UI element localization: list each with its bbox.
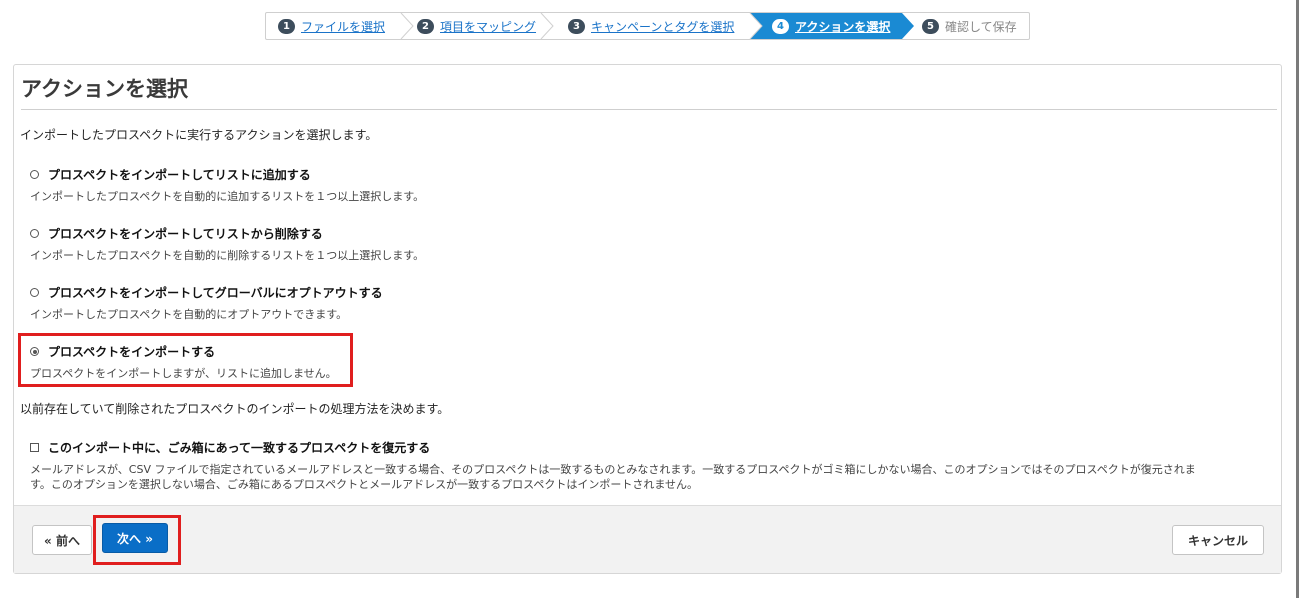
wizard-step-4-active: 4 アクションを選択 [772, 13, 890, 39]
wizard-step-5: 5 確認して保存 [922, 13, 1017, 39]
option-label: プロスペクトをインポートしてグローバルにオプトアウトする [48, 286, 383, 300]
step-label-select-action: アクションを選択 [795, 19, 891, 34]
option-description: プロスペクトをインポートしますが、リストに追加しません。 [30, 367, 337, 380]
option-label: プロスペクトをインポートしてリストに追加する [48, 168, 311, 182]
wizard-step-3[interactable]: 3 キャンペーンとタグを選択 [568, 13, 734, 39]
import-wizard-steps: 1 ファイルを選択 2 項目をマッピング 3 キャンペーンとタグを選択 4 アク… [265, 12, 1030, 40]
option-global-optout[interactable]: プロスペクトをインポートしてグローバルにオプトアウトする [30, 284, 383, 301]
radio-add-to-list[interactable] [30, 170, 39, 179]
step-number: 3 [568, 18, 585, 34]
checkbox-restore-from-trash[interactable] [30, 443, 39, 452]
restore-description-line-2: す。このオプションを選択しない場合、ごみ箱にあるプロスペクトとメールアドレスが一… [30, 478, 699, 491]
wizard-step-1[interactable]: 1 ファイルを選択 [278, 13, 385, 39]
option-description: インポートしたプロスペクトを自動的に追加するリストを１つ以上選択します。 [30, 190, 425, 203]
intro-text: インポートしたプロスペクトに実行するアクションを選択します。 [20, 128, 378, 142]
option-description: インポートしたプロスペクトを自動的にオプトアウトできます。 [30, 308, 348, 321]
option-label: プロスペクトをインポートする [48, 345, 216, 359]
restore-description-line-1: メールアドレスが、CSV ファイルで指定されているメールアドレスと一致する場合、… [30, 463, 1196, 476]
step-link-map-fields[interactable]: 項目をマッピング [440, 18, 536, 35]
option-add-to-list[interactable]: プロスペクトをインポートしてリストに追加する [30, 166, 311, 183]
radio-global-optout[interactable] [30, 288, 39, 297]
next-button[interactable]: 次へ » [102, 523, 168, 553]
step-number: 1 [278, 18, 295, 34]
step-number: 4 [772, 18, 789, 34]
step-link-select-file[interactable]: ファイルを選択 [301, 18, 385, 35]
panel-footer: « 前へ 次へ » キャンセル [14, 505, 1281, 573]
checkbox-label: このインポート中に、ごみ箱にあって一致するプロスペクトを復元する [48, 441, 431, 455]
step-number: 5 [922, 18, 939, 34]
step-label-confirm-save: 確認して保存 [945, 19, 1017, 34]
radio-import-only-selected[interactable] [30, 347, 39, 356]
option-import-only[interactable]: プロスペクトをインポートする [30, 343, 215, 360]
wizard-step-2[interactable]: 2 項目をマッピング [417, 13, 536, 39]
cancel-button[interactable]: キャンセル [1172, 525, 1264, 555]
step-number: 2 [417, 18, 434, 34]
step-link-campaign-tags[interactable]: キャンペーンとタグを選択 [591, 18, 734, 35]
option-label: プロスペクトをインポートしてリストから削除する [48, 227, 323, 241]
deleted-prospects-intro: 以前存在していて削除されたプロスペクトのインポートの処理方法を決めます。 [20, 402, 450, 416]
step-divider [540, 13, 554, 39]
step-divider [400, 13, 414, 39]
option-remove-from-list[interactable]: プロスペクトをインポートしてリストから削除する [30, 225, 323, 242]
page-title: アクションを選択 [21, 73, 1277, 110]
radio-remove-from-list[interactable] [30, 229, 39, 238]
restore-from-trash-option[interactable]: このインポート中に、ごみ箱にあって一致するプロスペクトを復元する [30, 439, 430, 456]
option-description: インポートしたプロスペクトを自動的に削除するリストを１つ以上選択します。 [30, 249, 425, 262]
prev-button[interactable]: « 前へ [32, 525, 92, 555]
action-panel: アクションを選択 インポートしたプロスペクトに実行するアクションを選択します。 … [13, 64, 1282, 574]
